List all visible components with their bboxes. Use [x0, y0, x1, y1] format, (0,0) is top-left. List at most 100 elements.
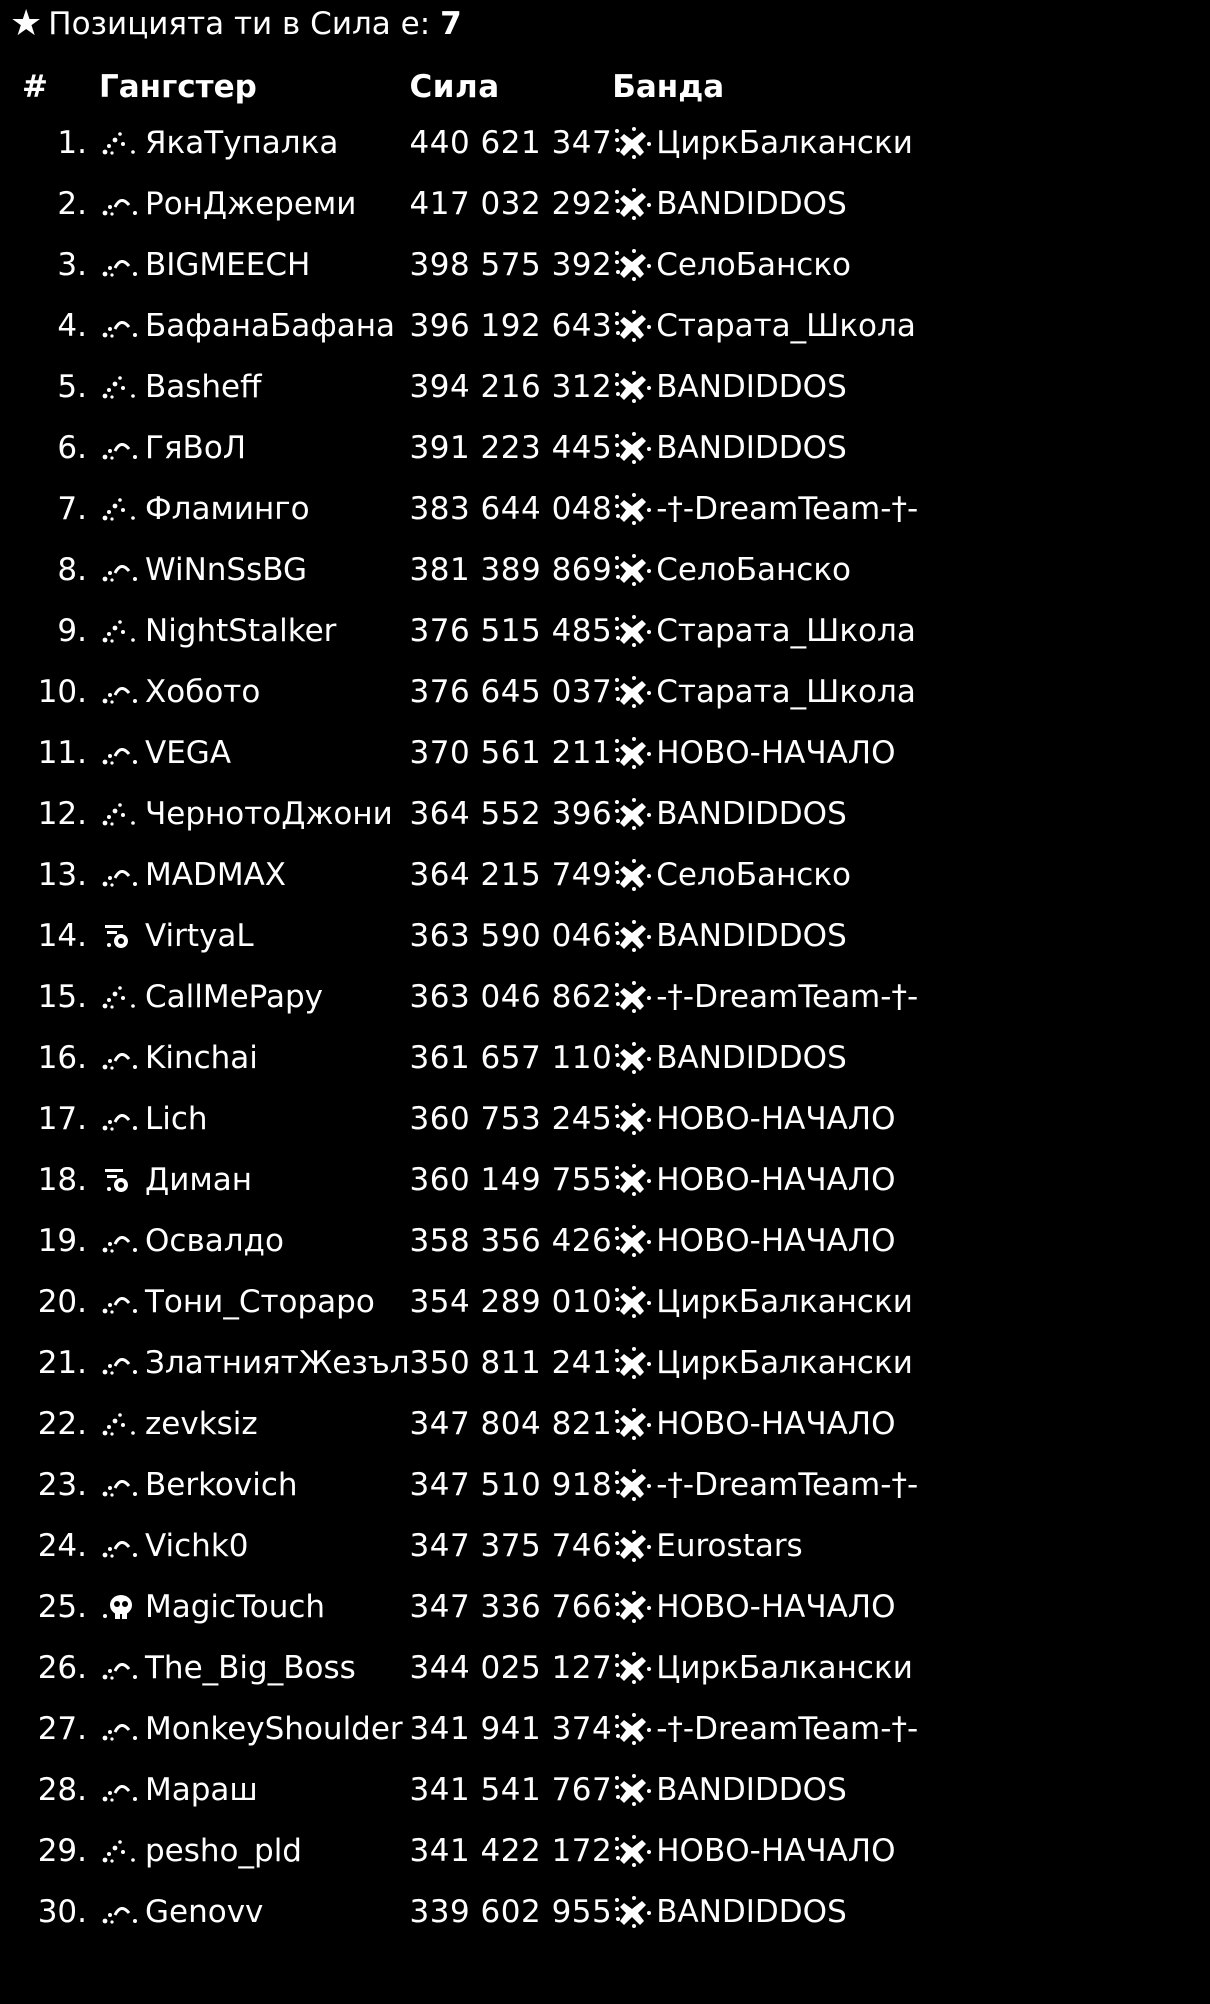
player-name-link[interactable]: Lich: [145, 1101, 208, 1137]
gang-cell: BANDIDDOS: [612, 1881, 1032, 1942]
player-name-link[interactable]: VirtyaL: [145, 918, 254, 954]
player-name-link[interactable]: Vichk0: [145, 1528, 249, 1564]
player-name-link[interactable]: MADMAX: [145, 857, 286, 893]
gang-name-link[interactable]: BANDIDDOS: [656, 369, 847, 405]
gang-name-link[interactable]: НОВО-НАЧАЛО: [656, 1223, 895, 1259]
gang-emblem-icon: [612, 1895, 652, 1929]
player-name-link[interactable]: zevksiz: [145, 1406, 258, 1442]
gang-name-link[interactable]: BANDIDDOS: [656, 1772, 847, 1808]
gang-emblem-icon: [612, 736, 652, 770]
gang-name-link[interactable]: BANDIDDOS: [656, 1894, 847, 1930]
power-value: 350 811 241: [409, 1344, 613, 1381]
gang-emblem-icon: [612, 187, 652, 221]
power-value: 363 046 862: [409, 978, 613, 1015]
player-cell: Диман: [99, 1149, 410, 1210]
gang-name-link[interactable]: -†-DreamTeam-†-: [656, 491, 918, 527]
gang-name-link[interactable]: СелоБанско: [656, 857, 851, 893]
rank-number: 30.: [37, 1893, 87, 1930]
player-name-link[interactable]: The_Big_Boss: [145, 1650, 356, 1686]
gang-name-link[interactable]: BANDIDDOS: [656, 918, 847, 954]
gang-name-link[interactable]: ЦиркБалкански: [656, 1284, 913, 1320]
player-cell: MagicTouch: [99, 1576, 410, 1637]
player-name-link[interactable]: ГяВоЛ: [145, 430, 246, 466]
player-name-link[interactable]: MagicTouch: [145, 1589, 325, 1625]
table-row: 3. BIGMEECH 398 575 392 СелоБанско: [10, 234, 1032, 295]
player-cell: pesho_pld: [99, 1820, 410, 1881]
gang-cell: НОВО-НАЧАЛО: [612, 1088, 1032, 1149]
gang-emblem-icon: [612, 1102, 652, 1136]
player-name-link[interactable]: ЯкаТупалка: [145, 125, 338, 161]
player-name-link[interactable]: ЗлатниятЖезъл: [145, 1345, 410, 1381]
gang-name-link[interactable]: НОВО-НАЧАЛО: [656, 1162, 895, 1198]
gang-name-link[interactable]: -†-DreamTeam-†-: [656, 1467, 918, 1503]
player-name-link[interactable]: Мараш: [145, 1772, 258, 1808]
gang-name-link[interactable]: СелоБанско: [656, 247, 851, 283]
rank-number: 5.: [57, 368, 87, 405]
power-value: 347 336 766: [409, 1588, 613, 1625]
table-row: 4. БафанаБафана 396 192 643 Старата_Школа: [10, 295, 1032, 356]
table-row: 25. MagicTouch 347 336 766 НОВО-НАЧАЛО: [10, 1576, 1032, 1637]
gang-name-link[interactable]: -†-DreamTeam-†-: [656, 1711, 918, 1747]
rank-number: 15.: [37, 978, 87, 1015]
gang-name-link[interactable]: Старата_Школа: [656, 674, 916, 710]
gang-name-link[interactable]: НОВО-НАЧАЛО: [656, 1406, 895, 1442]
player-name-link[interactable]: NightStalker: [145, 613, 336, 649]
player-name-link[interactable]: Фламинго: [145, 491, 310, 527]
gang-name-link[interactable]: Eurostars: [656, 1528, 802, 1564]
player-name-link[interactable]: pesho_pld: [145, 1833, 302, 1869]
rank-number: 13.: [37, 856, 87, 893]
gang-name-link[interactable]: НОВО-НАЧАЛО: [656, 735, 895, 771]
rank-number: 12.: [37, 795, 87, 832]
player-cell: VEGA: [99, 722, 410, 783]
player-name-link[interactable]: WiNnSsBG: [145, 552, 307, 588]
gang-cell: -†-DreamTeam-†-: [612, 478, 1032, 539]
player-name-link[interactable]: Genovv: [145, 1894, 263, 1930]
player-name-link[interactable]: MonkeyShoulder: [145, 1711, 403, 1747]
power-value: 361 657 110: [409, 1039, 613, 1076]
rank-arc-icon: [99, 738, 141, 768]
gang-name-link[interactable]: СелоБанско: [656, 552, 851, 588]
gang-name-link[interactable]: НОВО-НАЧАЛО: [656, 1833, 895, 1869]
player-name-link[interactable]: Хобото: [145, 674, 260, 710]
gang-name-link[interactable]: ЦиркБалкански: [656, 125, 913, 161]
player-name-link[interactable]: Диман: [145, 1162, 252, 1198]
gang-name-link[interactable]: -†-DreamTeam-†-: [656, 979, 918, 1015]
gang-name-link[interactable]: BANDIDDOS: [656, 796, 847, 832]
rank-arc-icon: [99, 250, 141, 280]
player-name-link[interactable]: CallMePapy: [145, 979, 323, 1015]
gang-cell: НОВО-НАЧАЛО: [612, 1576, 1032, 1637]
gang-emblem-icon: [612, 309, 652, 343]
gang-name-link[interactable]: НОВО-НАЧАЛО: [656, 1101, 895, 1137]
player-cell: Genovv: [99, 1881, 410, 1942]
gang-cell: BANDIDDOS: [612, 356, 1032, 417]
player-name-link[interactable]: Basheff: [145, 369, 262, 405]
player-name-link[interactable]: Kinchai: [145, 1040, 258, 1076]
player-name-link[interactable]: БафанаБафана: [145, 308, 395, 344]
gang-name-link[interactable]: ЦиркБалкански: [656, 1345, 913, 1381]
player-name-link[interactable]: Тони_Стораро: [145, 1284, 375, 1320]
gang-cell: ЦиркБалкански: [612, 1271, 1032, 1332]
rank-arc-icon: [99, 1226, 141, 1256]
player-name-link[interactable]: VEGA: [145, 735, 231, 771]
player-name-link[interactable]: BIGMEECH: [145, 247, 310, 283]
rank-arc-icon: [99, 860, 141, 890]
gang-cell: СелоБанско: [612, 234, 1032, 295]
gang-name-link[interactable]: BANDIDDOS: [656, 1040, 847, 1076]
table-row: 8. WiNnSsBG 381 389 869 СелоБанско: [10, 539, 1032, 600]
player-name-link[interactable]: Освалдо: [145, 1223, 284, 1259]
gang-name-link[interactable]: Старата_Школа: [656, 613, 916, 649]
player-name-link[interactable]: ЧернотоДжони: [145, 796, 393, 832]
gang-name-link[interactable]: НОВО-НАЧАЛО: [656, 1589, 895, 1625]
gang-name-link[interactable]: Старата_Школа: [656, 308, 916, 344]
rank-number: 16.: [37, 1039, 87, 1076]
table-row: 9. NightStalker 376 515 485 Старата_Школа: [10, 600, 1032, 661]
gang-name-link[interactable]: BANDIDDOS: [656, 430, 847, 466]
player-cell: Хобото: [99, 661, 410, 722]
rank-number: 3.: [57, 246, 87, 283]
gang-name-link[interactable]: BANDIDDOS: [656, 186, 847, 222]
player-name-link[interactable]: РонДжереми: [145, 186, 356, 222]
player-name-link[interactable]: Berkovich: [145, 1467, 298, 1503]
player-cell: Berkovich: [99, 1454, 410, 1515]
gang-name-link[interactable]: ЦиркБалкански: [656, 1650, 913, 1686]
table-row: 13. MADMAX 364 215 749 СелоБанско: [10, 844, 1032, 905]
